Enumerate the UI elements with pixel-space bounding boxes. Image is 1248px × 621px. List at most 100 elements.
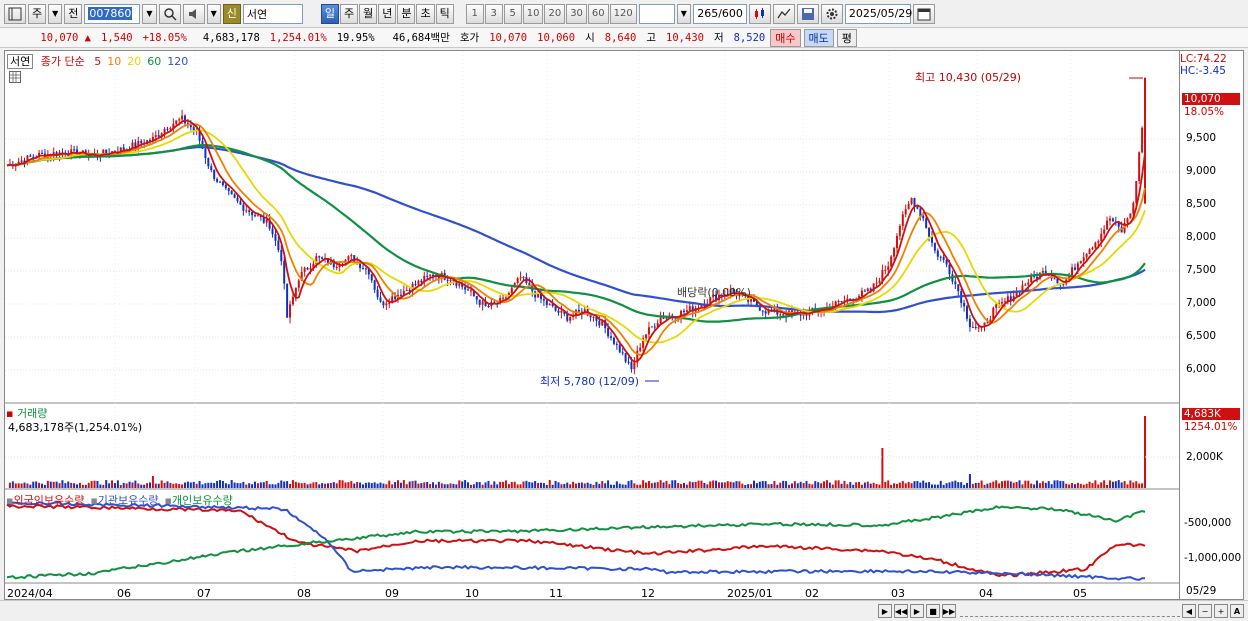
interval-tab-2[interactable]: 월: [359, 3, 378, 24]
candle-body: [650, 326, 653, 328]
volume-bar: [303, 482, 306, 488]
period-select[interactable]: 주: [28, 3, 47, 24]
interval-tab-4[interactable]: 분: [397, 3, 416, 24]
volume-info: 4,683,178주(1,254.01%): [8, 421, 143, 434]
average-button[interactable]: 평: [836, 28, 857, 47]
minute-option-30[interactable]: 30: [566, 3, 587, 24]
stop-icon[interactable]: ■: [926, 604, 940, 618]
minute-option-10[interactable]: 10: [522, 3, 544, 24]
interval-tab-6[interactable]: 틱: [435, 3, 454, 24]
interval-tab-0[interactable]: 일: [320, 3, 339, 24]
candle-body: [224, 185, 227, 189]
minute-option-1[interactable]: 1: [465, 3, 484, 24]
volume-bar: [612, 484, 615, 488]
volume-bar: [919, 482, 922, 488]
candle-body: [417, 280, 420, 285]
ma-legend-60[interactable]: 60: [147, 55, 161, 68]
buy-button[interactable]: 매수: [770, 28, 801, 47]
count-input[interactable]: 265/600: [692, 3, 747, 24]
volume-bar: [706, 484, 709, 488]
play-icon[interactable]: ▶: [910, 604, 924, 618]
volume-bar: [414, 480, 417, 488]
volume-bar: [542, 483, 545, 488]
scroll-right-icon[interactable]: ▶: [878, 604, 892, 618]
ma-legend-20[interactable]: 20: [127, 55, 141, 68]
holding-legend-2[interactable]: ▪개인보유수량: [165, 494, 233, 507]
volume-value: 4,683,178: [202, 31, 260, 44]
save-icon[interactable]: [796, 3, 819, 24]
price-y-tick: 6,500: [1186, 330, 1217, 342]
volume-bar: [989, 482, 992, 488]
custom-minute-input[interactable]: [638, 3, 675, 24]
interval-tab-1[interactable]: 주: [339, 3, 359, 24]
minute-option-60[interactable]: 60: [587, 3, 609, 24]
volume-bar: [254, 481, 257, 488]
calendar-icon[interactable]: [912, 3, 935, 24]
price-axis[interactable]: LC:74.22 HC:-3.45 10,070 18.05% 9,500 9,0…: [1180, 50, 1244, 600]
candle-type-icon[interactable]: [748, 3, 771, 24]
auto-scale-icon[interactable]: A: [1230, 604, 1244, 618]
candle-body: [41, 152, 44, 154]
volume-bar: [1088, 481, 1091, 488]
chart-plot-area[interactable]: 2024/04 06 07 08 09 10 11 12 2025/01 02 03 04 05 최고 1…: [4, 50, 1181, 600]
fast-forward-icon[interactable]: ▶▶: [942, 604, 956, 618]
interval-tab-3[interactable]: 년: [378, 3, 397, 24]
volume-bar: [111, 480, 114, 488]
minute-option-5[interactable]: 5: [503, 3, 522, 24]
minute-dropdown-icon[interactable]: ▼: [676, 3, 691, 24]
volume-bar: [472, 484, 475, 488]
code-dropdown-icon[interactable]: ▼: [142, 3, 157, 24]
volume-bar: [1111, 481, 1114, 488]
candle-body: [321, 257, 324, 259]
indicator-icon[interactable]: [772, 3, 795, 24]
volume-bar: [411, 481, 414, 488]
grid-table-icon[interactable]: [9, 71, 21, 83]
sell-button[interactable]: 매도: [803, 28, 834, 47]
date-input[interactable]: 2025/05/29: [844, 3, 912, 24]
search-icon[interactable]: [158, 3, 181, 24]
zoom-scrollbar[interactable]: [960, 605, 1180, 617]
volume-bar: [70, 482, 73, 488]
low-label: 저: [713, 32, 724, 44]
ma-legend-10[interactable]: 10: [107, 55, 121, 68]
stock-tag[interactable]: 서연: [7, 54, 34, 69]
candle-body: [995, 304, 998, 308]
gear-icon[interactable]: [820, 3, 843, 24]
interval-tab-5[interactable]: 초: [416, 3, 435, 24]
minute-option-3[interactable]: 3: [484, 3, 503, 24]
rewind-icon[interactable]: ◀◀: [894, 604, 908, 618]
zoom-in-icon[interactable]: +: [1214, 604, 1228, 618]
scroll-left-icon[interactable]: ◀: [1182, 604, 1196, 618]
volume-bar: [8, 482, 11, 488]
minute-option-20[interactable]: 20: [544, 3, 566, 24]
ma-legend-5[interactable]: 5: [94, 55, 101, 68]
volume-bar: [1036, 480, 1039, 488]
candle-body: [890, 256, 893, 267]
speaker-dropdown-icon[interactable]: ▼: [206, 3, 221, 24]
volume-bar: [306, 484, 309, 488]
volume-bar: [1106, 484, 1109, 488]
dropdown-arrow-icon[interactable]: ▼: [48, 3, 63, 24]
ma-legend-120[interactable]: 120: [167, 55, 188, 68]
prev-button[interactable]: 전: [64, 3, 83, 24]
volume-bar: [688, 481, 691, 488]
volume-bar: [429, 484, 432, 488]
candle-body: [1001, 302, 1004, 304]
volume-bar: [639, 484, 642, 488]
candle-body: [1138, 152, 1141, 182]
speaker-icon[interactable]: [182, 3, 205, 24]
holding-legend-0[interactable]: ▪외국인보유수량: [6, 494, 84, 507]
zoom-out-icon[interactable]: −: [1198, 604, 1212, 618]
candle-body: [782, 314, 785, 316]
stock-code-input[interactable]: 007860: [84, 3, 141, 24]
up-arrow-icon: ▲: [84, 31, 91, 44]
chart-window-icon[interactable]: [4, 3, 26, 24]
minute-option-120[interactable]: 120: [609, 3, 637, 24]
holding-legend-1[interactable]: ▪기관보유수량: [90, 494, 158, 507]
stock-name-input[interactable]: 서연: [242, 3, 303, 24]
volume-bar: [1132, 482, 1135, 488]
new-listing-badge[interactable]: 신: [222, 3, 241, 24]
volume-bar: [452, 483, 455, 488]
volume-bar: [417, 483, 420, 488]
candle-body: [189, 124, 192, 128]
